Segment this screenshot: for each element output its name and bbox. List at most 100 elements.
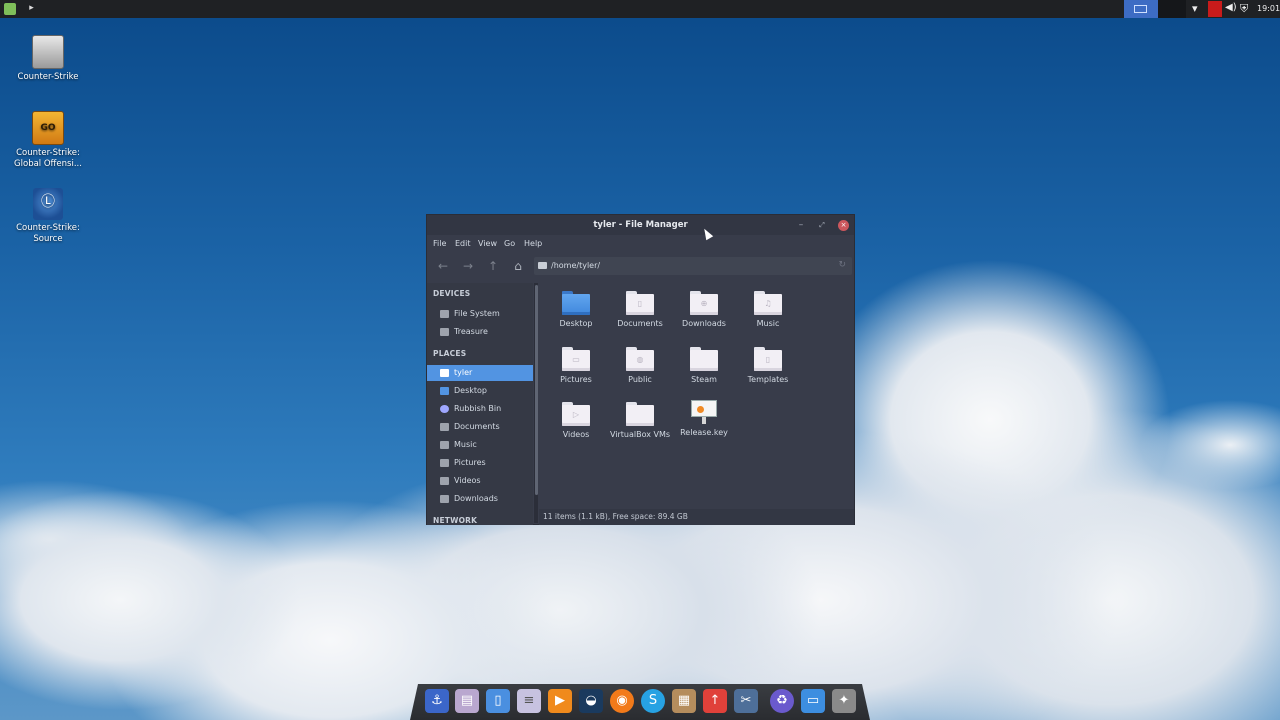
document-icon[interactable]: ▯ — [486, 689, 510, 713]
location-bar[interactable]: /home/tyler/ ↻ — [534, 257, 852, 275]
window-title: tyler - File Manager — [593, 220, 688, 230]
desktop-icon-label: Counter-Strike — [17, 72, 79, 82]
menu-bar: File Edit View Go Help — [427, 236, 854, 250]
sidebar-item-desktop[interactable]: Desktop — [427, 383, 533, 399]
sidebar-item-downloads[interactable]: Downloads — [427, 491, 533, 507]
anchor-icon[interactable]: ⚓ — [425, 689, 449, 713]
terminal-icon[interactable]: ▸ — [25, 2, 38, 15]
trash-icon — [440, 405, 449, 413]
sidebar-item-label: File System — [454, 309, 500, 318]
wifi-icon[interactable]: ▾ — [1192, 2, 1198, 15]
skype-icon[interactable]: S — [641, 689, 665, 713]
red-indicator-icon[interactable] — [1208, 1, 1222, 17]
menu-help[interactable]: Help — [524, 239, 542, 248]
steam-icon[interactable]: ◒ — [579, 689, 603, 713]
forward-icon[interactable]: → — [460, 258, 476, 274]
public-folder-icon: ◍ — [626, 347, 654, 371]
desktop-icon-csgo[interactable]: GO Counter-Strike: Global Offensi... — [8, 111, 88, 170]
sidebar-header-places: PLACES — [433, 349, 467, 358]
screenshot-icon[interactable]: ✂ — [734, 689, 758, 713]
status-bar: 11 items (1.1 kB), Free space: 89.4 GB — [539, 509, 854, 525]
music-folder-icon: ♫ — [754, 291, 782, 315]
maximize-icon[interactable]: ⤢ — [816, 219, 828, 231]
file-label: Music — [756, 319, 780, 328]
drive-icon — [440, 310, 449, 318]
file-label: Desktop — [559, 319, 593, 328]
sidebar-item-videos[interactable]: Videos — [427, 473, 533, 489]
file-item-videos[interactable]: ▷ Videos — [544, 402, 608, 439]
file-item-templates[interactable]: ▯ Templates — [736, 347, 800, 384]
recycle-icon[interactable]: ♻ — [770, 689, 794, 713]
file-item-documents[interactable]: ▯ Documents — [608, 291, 672, 328]
menu-edit[interactable]: Edit — [455, 239, 471, 248]
sidebar-item-label: Downloads — [454, 494, 498, 503]
firefox-icon[interactable]: ◉ — [610, 689, 634, 713]
file-label: Documents — [617, 319, 663, 328]
sidebar-header-network: NETWORK — [433, 516, 478, 525]
file-item-music[interactable]: ♫ Music — [736, 291, 800, 328]
archive-icon[interactable]: ▦ — [672, 689, 696, 713]
file-label: Downloads — [682, 319, 726, 328]
sidebar-item-file-system[interactable]: File System — [427, 306, 533, 322]
folder-icon — [440, 441, 449, 449]
media-player-icon[interactable]: ▶ — [548, 689, 572, 713]
folder-icon — [440, 459, 449, 467]
back-icon[interactable]: ← — [435, 258, 451, 274]
file-item-desktop[interactable]: Desktop — [544, 291, 608, 328]
sidebar-scrollbar-thumb[interactable] — [535, 285, 538, 495]
file-label: Public — [628, 375, 652, 384]
workspace-switcher-icon[interactable] — [1124, 0, 1158, 18]
clock[interactable]: 19:01 — [1257, 4, 1280, 13]
workspace-2[interactable] — [1158, 0, 1186, 18]
reload-icon[interactable]: ↻ — [838, 260, 846, 270]
desktop-folder-icon — [562, 291, 590, 315]
file-item-pictures[interactable]: ▭ Pictures — [544, 347, 608, 384]
sidebar-item-documents[interactable]: Documents — [427, 419, 533, 435]
folder-icon — [690, 347, 718, 371]
file-item-steam[interactable]: Steam — [672, 347, 736, 384]
up-icon[interactable]: ↑ — [485, 258, 501, 274]
mint-menu-icon[interactable] — [4, 3, 16, 15]
volume-icon[interactable]: ◀) — [1225, 2, 1237, 13]
minimize-icon[interactable]: – — [795, 219, 807, 231]
desktop-icon-counter-strike[interactable]: Counter-Strike — [8, 35, 88, 83]
home-icon[interactable]: ⌂ — [510, 258, 526, 274]
menu-file[interactable]: File — [433, 239, 446, 248]
file-item-virtualbox-vms[interactable]: VirtualBox VMs — [608, 402, 672, 439]
menu-view[interactable]: View — [478, 239, 497, 248]
shield-icon[interactable]: ⛨ — [1240, 2, 1248, 16]
sidebar-item-treasure[interactable]: Treasure — [427, 324, 533, 340]
file-item-release-key[interactable]: Release.key — [672, 400, 736, 437]
upload-icon[interactable]: ↑ — [703, 689, 727, 713]
sidebar-item-rubbish-bin[interactable]: Rubbish Bin — [427, 401, 533, 417]
file-item-downloads[interactable]: ⊕ Downloads — [672, 291, 736, 328]
workspace-thumbnail — [1134, 5, 1147, 13]
files-icon[interactable]: ▤ — [455, 689, 479, 713]
file-label: Templates — [747, 375, 789, 384]
pictures-folder-icon: ▭ — [562, 347, 590, 371]
sidebar: DEVICES File System Treasure PLACES tyle… — [427, 283, 533, 525]
counter-strike-source-icon: Ⓛ — [33, 188, 63, 220]
file-item-public[interactable]: ◍ Public — [608, 347, 672, 384]
drive-icon — [440, 328, 449, 336]
desktop-icon-css[interactable]: Ⓛ Counter-Strike: Source — [8, 188, 88, 245]
file-label: Steam — [691, 375, 717, 384]
sidebar-item-tyler[interactable]: tyler — [427, 365, 533, 381]
folder-icon — [440, 495, 449, 503]
display-icon[interactable]: ▭ — [801, 689, 825, 713]
sidebar-item-music[interactable]: Music — [427, 437, 533, 453]
folder-icon — [626, 402, 654, 426]
menu-go[interactable]: Go — [504, 239, 515, 248]
status-text: 11 items (1.1 kB), Free space: 89.4 GB — [543, 512, 688, 521]
desktop-icon-label: Counter-Strike: — [16, 148, 80, 158]
text-editor-icon[interactable]: ≡ — [517, 689, 541, 713]
csgo-icon: GO — [32, 111, 64, 145]
title-bar[interactable]: tyler - File Manager – ⤢ × — [427, 215, 854, 235]
counter-strike-icon — [32, 35, 64, 69]
documents-folder-icon: ▯ — [626, 291, 654, 315]
counter-strike-icon[interactable]: ✦ — [832, 689, 856, 713]
close-icon[interactable]: × — [838, 220, 849, 231]
downloads-folder-icon: ⊕ — [690, 291, 718, 315]
folder-icon — [538, 262, 547, 269]
sidebar-item-pictures[interactable]: Pictures — [427, 455, 533, 471]
